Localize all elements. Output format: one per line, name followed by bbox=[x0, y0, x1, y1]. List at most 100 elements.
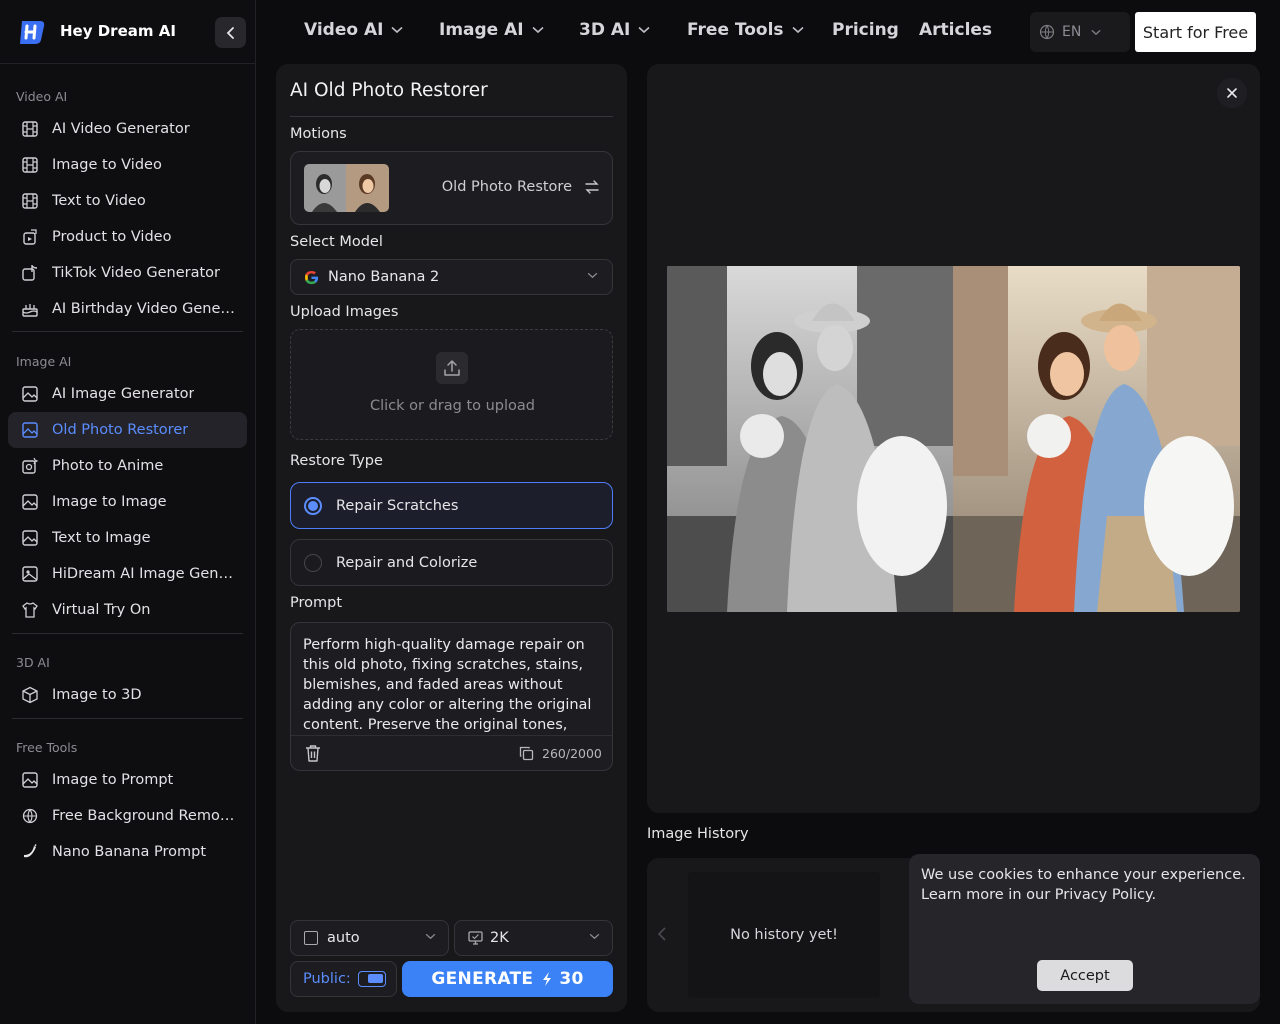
generate-cost: 30 bbox=[559, 969, 584, 989]
topnav-label: Pricing bbox=[832, 20, 899, 40]
upload-hint: Click or drag to upload bbox=[369, 398, 535, 414]
topnav-label: Video AI bbox=[304, 20, 384, 40]
chevron-down-icon bbox=[589, 933, 600, 940]
sidebar-item-ai-video-generator[interactable]: AI Video Generator bbox=[8, 111, 247, 147]
topnav-articles[interactable]: Articles bbox=[919, 20, 992, 40]
sidebar-item-text-to-video[interactable]: Text to Video bbox=[8, 183, 247, 219]
image-icon bbox=[22, 772, 38, 788]
resolution-select[interactable]: 2K bbox=[454, 920, 613, 956]
prompt-textarea[interactable]: Perform high-quality damage repair on th… bbox=[290, 622, 613, 771]
upload-icon bbox=[444, 360, 460, 376]
select-model-label: Select Model bbox=[290, 234, 383, 250]
restore-option-repair-scratches[interactable]: Repair Scratches bbox=[290, 482, 613, 529]
chevron-down-icon bbox=[638, 26, 650, 34]
sidebar-divider bbox=[12, 633, 243, 634]
topnav-pricing[interactable]: Pricing bbox=[832, 20, 899, 40]
sidebar-item-label: HiDream AI Image Generator bbox=[52, 566, 237, 582]
motion-thumbnail bbox=[304, 164, 389, 212]
chevron-down-icon bbox=[791, 26, 804, 34]
sidebar-item-label: Photo to Anime bbox=[52, 458, 164, 474]
resolution-value: 2K bbox=[490, 930, 509, 946]
close-icon bbox=[1227, 88, 1237, 98]
top-navigation: Video AI Image AI 3D AI Free Tools Prici… bbox=[256, 0, 1280, 64]
generate-label: GENERATE bbox=[431, 969, 534, 989]
sidebar-item-image-to-3d[interactable]: Image to 3D bbox=[8, 677, 247, 713]
sidebar-item-ai-image-generator[interactable]: AI Image Generator bbox=[8, 376, 247, 412]
prompt-label: Prompt bbox=[290, 595, 343, 611]
prompt-text[interactable]: Perform high-quality damage repair on th… bbox=[303, 635, 598, 733]
aspect-ratio-select[interactable]: auto bbox=[290, 920, 449, 956]
sidebar-item-label: Product to Video bbox=[52, 229, 172, 245]
sidebar-item-tiktok-video-generator[interactable]: TikTok Video Generator bbox=[8, 255, 247, 291]
sidebar-item-product-to-video[interactable]: Product to Video bbox=[8, 219, 247, 255]
model-select[interactable]: Nano Banana 2 bbox=[290, 259, 613, 295]
close-button[interactable] bbox=[1217, 78, 1247, 108]
topnav-3d-ai[interactable]: 3D AI bbox=[579, 20, 650, 40]
sidebar-item-label: Image to Prompt bbox=[52, 772, 174, 788]
accept-cookies-button[interactable]: Accept bbox=[1037, 960, 1133, 991]
sidebar-item-nano-banana-prompt[interactable]: Nano Banana Prompt bbox=[8, 834, 247, 870]
upload-icon-wrap bbox=[436, 352, 468, 384]
cube-icon bbox=[22, 686, 38, 704]
topnav-image-ai[interactable]: Image AI bbox=[439, 20, 544, 40]
cookie-banner: We use cookies to enhance your experienc… bbox=[909, 854, 1260, 1004]
sidebar-divider bbox=[12, 331, 243, 332]
sidebar-item-label: Image to 3D bbox=[52, 687, 142, 703]
language-label: EN bbox=[1062, 24, 1082, 40]
topnav-free-tools[interactable]: Free Tools bbox=[687, 20, 804, 40]
public-toggle[interactable]: Public: bbox=[290, 961, 397, 997]
prompt-footer: 260/2000 bbox=[291, 735, 612, 770]
sidebar-item-free-background-remover[interactable]: Free Background Remover bbox=[8, 798, 247, 834]
sidebar-item-virtual-try-on[interactable]: Virtual Try On bbox=[8, 592, 247, 628]
sidebar-item-label: Image to Video bbox=[52, 157, 162, 173]
motion-name: Old Photo Restore bbox=[441, 179, 572, 195]
brand-name[interactable]: Hey Dream AI bbox=[60, 22, 176, 40]
chevron-down-icon bbox=[532, 26, 544, 34]
sidebar-item-image-to-video[interactable]: Image to Video bbox=[8, 147, 247, 183]
preview-panel bbox=[647, 64, 1260, 813]
sidebar-item-old-photo-restorer[interactable]: Old Photo Restorer bbox=[8, 412, 247, 448]
motion-selector[interactable]: Old Photo Restore bbox=[290, 151, 613, 225]
chevron-left-icon[interactable] bbox=[657, 926, 667, 942]
film-icon bbox=[22, 193, 38, 209]
swap-icon[interactable] bbox=[584, 179, 600, 195]
chevron-down-icon bbox=[1091, 29, 1101, 35]
sidebar-item-image-to-image[interactable]: Image to Image bbox=[8, 484, 247, 520]
start-for-free-button[interactable]: Start for Free bbox=[1135, 12, 1256, 52]
sidebar-item-photo-to-anime[interactable]: Photo to Anime bbox=[8, 448, 247, 484]
generate-button[interactable]: GENERATE 30 bbox=[402, 961, 613, 997]
topnav-video-ai[interactable]: Video AI bbox=[304, 20, 404, 40]
image-icon bbox=[22, 422, 38, 438]
cookie-text: We use cookies to enhance your experienc… bbox=[921, 867, 1246, 903]
banana-icon bbox=[24, 844, 37, 858]
chevron-down-icon bbox=[587, 272, 598, 279]
sidebar-item-label: Image to Image bbox=[52, 494, 167, 510]
sidebar-item-hidream-ai-image-generator[interactable]: HiDream AI Image Generator bbox=[8, 556, 247, 592]
image-icon bbox=[22, 386, 38, 402]
restore-option-repair-and-colorize[interactable]: Repair and Colorize bbox=[290, 539, 613, 586]
sidebar-item-label: AI Birthday Video Generator bbox=[52, 301, 237, 317]
cake-icon bbox=[22, 304, 38, 317]
hey-dream-logo-icon[interactable] bbox=[18, 18, 46, 46]
language-selector[interactable]: EN bbox=[1030, 12, 1130, 52]
film-icon bbox=[22, 121, 38, 137]
restore-option-label: Repair Scratches bbox=[336, 497, 459, 514]
topnav-label: Free Tools bbox=[687, 20, 784, 40]
product-video-icon bbox=[23, 229, 37, 245]
collapse-sidebar-button[interactable] bbox=[215, 17, 246, 48]
copy-icon[interactable] bbox=[519, 746, 534, 761]
globe-layers-icon bbox=[22, 808, 38, 824]
trash-icon[interactable] bbox=[305, 744, 321, 762]
sidebar-item-text-to-image[interactable]: Text to Image bbox=[8, 520, 247, 556]
upload-dropzone[interactable]: Click or drag to upload bbox=[290, 329, 613, 440]
chevron-down-icon bbox=[391, 26, 404, 34]
upload-images-label: Upload Images bbox=[290, 304, 399, 320]
brand-header: Hey Dream AI bbox=[0, 0, 255, 64]
photo-icon bbox=[22, 566, 38, 582]
sidebar-item-ai-birthday-video-generator[interactable]: AI Birthday Video Generator bbox=[8, 291, 247, 327]
sidebar-item-image-to-prompt[interactable]: Image to Prompt bbox=[8, 762, 247, 798]
sidebar-item-label: Text to Video bbox=[52, 193, 146, 209]
monitor-icon bbox=[468, 931, 483, 945]
toggle-switch[interactable] bbox=[357, 971, 386, 987]
char-count: 260/2000 bbox=[542, 746, 602, 761]
